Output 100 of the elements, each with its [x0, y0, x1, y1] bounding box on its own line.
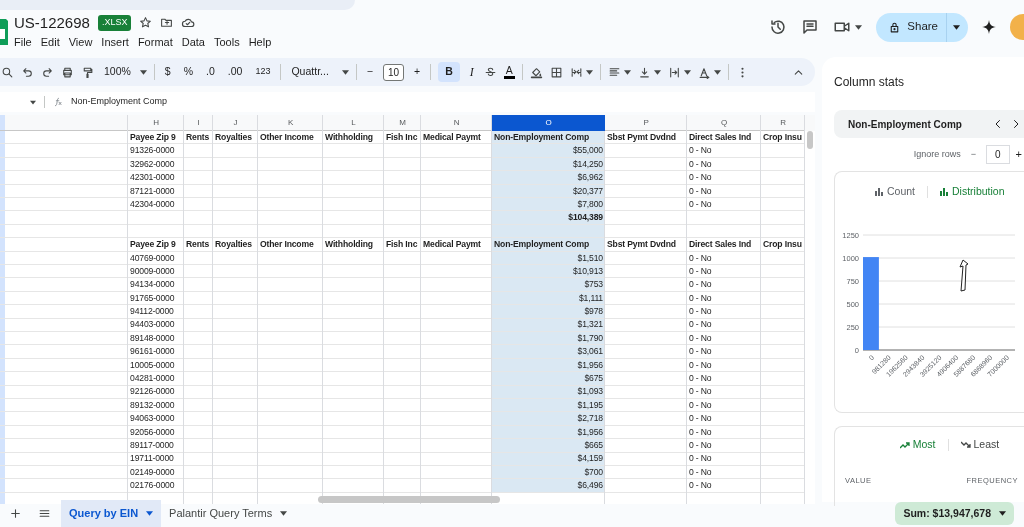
table-cell-text: $4,159 — [576, 452, 604, 466]
table-cell-text: $14,250 — [572, 157, 604, 171]
currency-button[interactable]: $ — [161, 62, 174, 82]
column-header[interactable]: R — [761, 115, 805, 131]
table-cell-text: $1,956 — [576, 425, 604, 439]
text-color-button[interactable]: A — [503, 65, 515, 79]
table-cell-text: 0 - No — [688, 197, 713, 211]
column-header[interactable]: M — [384, 115, 421, 131]
table-cell-text: $978 — [583, 305, 604, 319]
table-cell-text: 89117-0000 — [129, 439, 175, 452]
table-cell-text: Non-Employment Comp — [493, 131, 591, 144]
table-cell-text: 19711-0000 — [129, 452, 175, 466]
table-cell-text: 91326-0000 — [129, 144, 176, 158]
chart-tab[interactable]: Distribution — [940, 184, 1005, 200]
table-cell-text: $55,000 — [572, 144, 604, 158]
table-cell-text: 0 - No — [688, 385, 713, 399]
table-cell-text: 92056-0000 — [129, 425, 176, 439]
column-header[interactable]: Q — [687, 115, 761, 131]
increment-button[interactable]: + — [1015, 146, 1024, 163]
chart-tab[interactable]: Count — [875, 184, 916, 200]
number-format-button[interactable]: 123 — [252, 63, 274, 81]
decrement-button[interactable]: − — [966, 147, 980, 162]
table-cell-text: 92126-0000 — [129, 385, 176, 399]
increase-decimals-button[interactable]: .00 — [224, 62, 246, 82]
menu-item[interactable]: File — [14, 33, 32, 51]
table-cell-text: 0 - No — [688, 291, 713, 305]
table-cell-text: 32962-0000 — [129, 157, 176, 171]
table-cell-text: Payee Zip 9 — [129, 131, 177, 144]
ignore-rows-field[interactable]: 0 — [986, 145, 1010, 164]
table-cell-text: 90009-0000 — [129, 264, 176, 278]
table-cell-text: $10,913 — [572, 264, 604, 278]
column-header[interactable]: O — [492, 115, 605, 131]
frequency-tab[interactable]: Least — [960, 437, 1000, 453]
ignore-rows-label: Ignore rows — [913, 147, 961, 161]
menu-item[interactable]: View — [68, 33, 93, 51]
table-cell-text: 0 - No — [688, 465, 713, 479]
table-cell-text: $700 — [583, 465, 604, 479]
column-header[interactable]: H — [128, 115, 184, 131]
panel-title: Column stats — [834, 75, 905, 89]
menu-item[interactable]: Edit — [40, 33, 60, 51]
menu-item[interactable]: Tools — [213, 33, 240, 51]
italic-button[interactable]: I — [466, 61, 477, 83]
table-cell-text: 94112-0000 — [129, 305, 175, 319]
table-cell-text: Crop Insu — [762, 238, 803, 252]
menu-item[interactable]: Insert — [101, 33, 129, 51]
table-cell-text: 0 - No — [688, 425, 713, 439]
sheet-tab[interactable]: Palantir Query Terms — [161, 500, 296, 527]
column-header[interactable]: J — [213, 115, 258, 131]
table-cell-text: Non-Employment Comp — [493, 238, 591, 252]
font-dropdown[interactable]: Quattr... — [288, 62, 332, 82]
table-cell-text: Withholding — [324, 238, 374, 252]
column-header[interactable]: P — [605, 115, 687, 131]
file-type-badge: .XLSX — [97, 15, 132, 31]
font-size-field[interactable]: 10 — [382, 63, 405, 81]
table-cell-text: $3,061 — [576, 345, 604, 359]
menu-item[interactable]: Help — [248, 33, 272, 51]
menu-item[interactable]: Format — [137, 33, 173, 51]
table-cell-text: 89148-0000 — [129, 331, 176, 345]
table-cell-text: 0 - No — [688, 144, 713, 158]
table-cell-text: Royalties — [214, 238, 253, 252]
table-cell-text: $7,800 — [576, 197, 604, 211]
table-cell-text: $753 — [583, 278, 604, 292]
column-header[interactable]: K — [258, 115, 323, 131]
column-header[interactable]: L — [323, 115, 384, 131]
column-header[interactable]: N — [421, 115, 492, 131]
table-cell-text: 0 - No — [688, 305, 713, 319]
table-cell-text: 42304-0000 — [129, 197, 176, 211]
table-cell-text: $104,389 — [567, 211, 604, 225]
share-button[interactable]: Share — [876, 12, 968, 42]
table-cell-text: Sbst Pymt Dvdnd — [606, 131, 677, 144]
decrease-font-button[interactable]: − — [363, 62, 376, 82]
table-cell-text: 91765-0000 — [129, 291, 176, 305]
table-cell-text: Crop Insu — [762, 131, 803, 144]
decrease-decimals-button[interactable]: .0 — [203, 62, 218, 82]
table-cell-text: Medical Paymt — [422, 131, 482, 144]
table-cell-text: 0 - No — [688, 398, 713, 412]
frequency-tab[interactable]: Most — [899, 437, 936, 453]
table-cell-text: 89132-0000 — [129, 398, 176, 412]
document-title[interactable]: US-122698 — [14, 13, 90, 32]
table-cell-text: $1,510 — [576, 251, 604, 265]
table-cell-text: 94134-0000 — [129, 278, 176, 292]
table-cell-text: 02176-0000 — [129, 479, 176, 493]
table-cell-text: Direct Sales Ind — [688, 238, 753, 252]
menu-item[interactable]: Data — [181, 33, 205, 51]
table-cell-text: 0 - No — [688, 278, 713, 292]
sheet-tab[interactable]: Query by EIN — [61, 500, 162, 527]
zoom-dropdown[interactable]: 100% — [101, 62, 134, 82]
increase-font-button[interactable]: + — [411, 62, 424, 82]
table-cell-text: 0 - No — [688, 412, 713, 426]
column-name: Non-Employment Comp — [848, 117, 962, 132]
bold-button[interactable]: B — [438, 62, 460, 82]
sum-dropdown[interactable]: Sum: $13,947,678 — [895, 501, 1014, 526]
column-header[interactable]: I — [184, 115, 213, 131]
table-cell-text: $6,962 — [576, 171, 604, 185]
formula-content[interactable]: Non-Employment Comp — [71, 95, 168, 109]
table-cell-text: 94063-0000 — [129, 412, 176, 426]
table-cell-text: 0 - No — [688, 439, 713, 452]
percent-button[interactable]: % — [180, 62, 197, 82]
table-cell-text: 10005-0000 — [129, 358, 176, 372]
table-cell-text: $20,377 — [572, 184, 604, 198]
